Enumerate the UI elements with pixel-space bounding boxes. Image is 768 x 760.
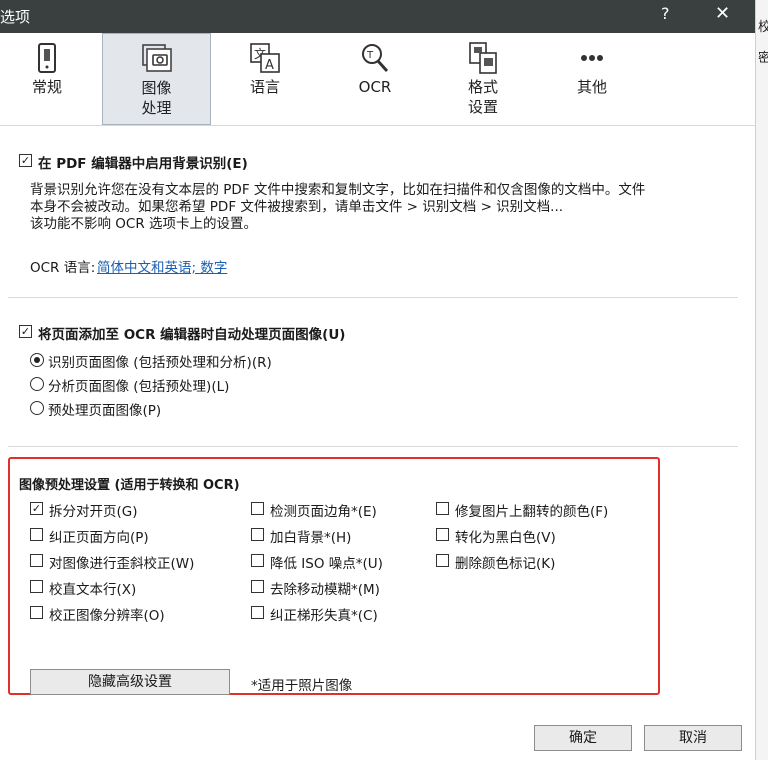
checkbox-label: 转化为黑白色(V) <box>455 530 556 546</box>
background-recognition-label: 在 PDF 编辑器中启用背景识别(E) <box>38 156 248 172</box>
correct-orientation-checkbox[interactable] <box>30 528 43 541</box>
checkbox-label: 对图像进行歪斜校正(W) <box>49 556 195 572</box>
checkbox-label: 去除移动模糊*(M) <box>270 582 380 598</box>
checkbox-label: 删除颜色标记(K) <box>455 556 556 572</box>
ocr-magnifier-icon: T <box>362 44 389 73</box>
divider <box>8 446 738 447</box>
description-text: 该功能不影响 OCR 选项卡上的设置。 <box>30 216 258 232</box>
image-processing-icon <box>141 44 172 72</box>
remove-blur-checkbox[interactable] <box>251 580 264 593</box>
detect-edges-checkbox[interactable] <box>251 502 264 515</box>
background-window-fragment: 校 密 <box>755 0 768 760</box>
preprocessing-section-title: 图像预处理设置 (适用于转换和 OCR) <box>19 478 240 493</box>
format-icon <box>469 42 497 74</box>
svg-text:T: T <box>366 50 374 61</box>
tab-toolbar: 常规 图像 处理 文 A 语言 T OCR 格式 设置 其他 <box>0 33 755 126</box>
split-pages-checkbox[interactable]: ✓ <box>30 502 43 515</box>
tab-ocr[interactable]: T OCR <box>328 33 422 125</box>
radio-label: 预处理页面图像(P) <box>48 403 162 419</box>
tab-label: OCR <box>358 78 392 96</box>
checkbox-label: 校直文本行(X) <box>49 582 137 598</box>
background-text: 密 <box>758 47 768 66</box>
radio-analyze[interactable] <box>30 377 44 391</box>
remove-color-marks-checkbox[interactable] <box>436 554 449 567</box>
cancel-button[interactable]: 取消 <box>644 725 742 751</box>
image-processing-panel: ✓ 在 PDF 编辑器中启用背景识别(E) 背景识别允许您在没有文本层的 PDF… <box>0 126 755 760</box>
checkbox-label: 降低 ISO 噪点*(U) <box>270 556 383 572</box>
options-dialog: 常规 图像 处理 文 A 语言 T OCR 格式 设置 其他 ✓ 在 PDF 编… <box>0 33 755 760</box>
checkbox-label: 修复图片上翻转的颜色(F) <box>455 504 609 520</box>
tab-image-processing[interactable]: 图像 处理 <box>102 33 211 125</box>
window-title: 选项 <box>0 8 31 26</box>
radio-label: 分析页面图像 (包括预处理)(L) <box>48 379 230 395</box>
divider <box>8 297 738 298</box>
ok-button[interactable]: 确定 <box>534 725 632 751</box>
straighten-lines-checkbox[interactable] <box>30 580 43 593</box>
checkbox-label: 校正图像分辨率(O) <box>49 608 165 624</box>
tab-label: 语言 <box>249 78 280 96</box>
radio-recognize[interactable] <box>30 353 44 367</box>
more-icon <box>581 55 603 61</box>
photo-note: *适用于照片图像 <box>251 678 353 694</box>
whiten-background-checkbox[interactable] <box>251 528 264 541</box>
auto-process-label: 将页面添加至 OCR 编辑器时自动处理页面图像(U) <box>38 327 346 343</box>
background-recognition-checkbox[interactable]: ✓ <box>19 154 32 167</box>
tab-language[interactable]: 文 A 语言 <box>218 33 312 125</box>
checkbox-label: 检测页面边角*(E) <box>270 504 377 520</box>
radio-preprocess[interactable] <box>30 401 44 415</box>
keystone-checkbox[interactable] <box>251 606 264 619</box>
ocr-language-link[interactable]: 简体中文和英语; 数字 <box>97 256 227 276</box>
help-button[interactable]: ? <box>661 4 670 23</box>
deskew-checkbox[interactable] <box>30 554 43 567</box>
background-text: 校 <box>758 16 768 35</box>
hide-advanced-button[interactable]: 隐藏高级设置 <box>30 669 230 695</box>
auto-process-checkbox[interactable]: ✓ <box>19 325 32 338</box>
checkbox-label: 加白背景*(H) <box>270 530 352 546</box>
reduce-noise-checkbox[interactable] <box>251 554 264 567</box>
tab-label: 图像 <box>141 79 172 97</box>
fix-inverted-colors-checkbox[interactable] <box>436 502 449 515</box>
tab-label: 常规 <box>31 78 62 96</box>
tab-general[interactable]: 常规 <box>0 33 94 125</box>
checkbox-label: 纠正页面方向(P) <box>49 530 149 546</box>
tab-label: 其他 <box>576 78 607 96</box>
correct-resolution-checkbox[interactable] <box>30 606 43 619</box>
radio-label: 识别页面图像 (包括预处理和分析)(R) <box>48 355 272 371</box>
tab-format-settings[interactable]: 格式 设置 <box>436 33 530 125</box>
tab-label: 设置 <box>467 98 498 116</box>
close-button[interactable]: ✕ <box>715 3 730 24</box>
svg-text:A: A <box>265 58 274 73</box>
tab-label: 处理 <box>141 99 172 117</box>
title-bar: 选项 ? ✕ <box>0 0 755 33</box>
convert-bw-checkbox[interactable] <box>436 528 449 541</box>
checkbox-label: 拆分对开页(G) <box>49 504 138 520</box>
tab-other[interactable]: 其他 <box>545 33 639 125</box>
language-icon: 文 A <box>250 43 280 73</box>
ocr-language-label: OCR 语言: <box>30 260 96 276</box>
switch-icon <box>38 43 56 73</box>
tab-label: 格式 <box>467 78 498 96</box>
checkbox-label: 纠正梯形失真*(C) <box>270 608 378 624</box>
